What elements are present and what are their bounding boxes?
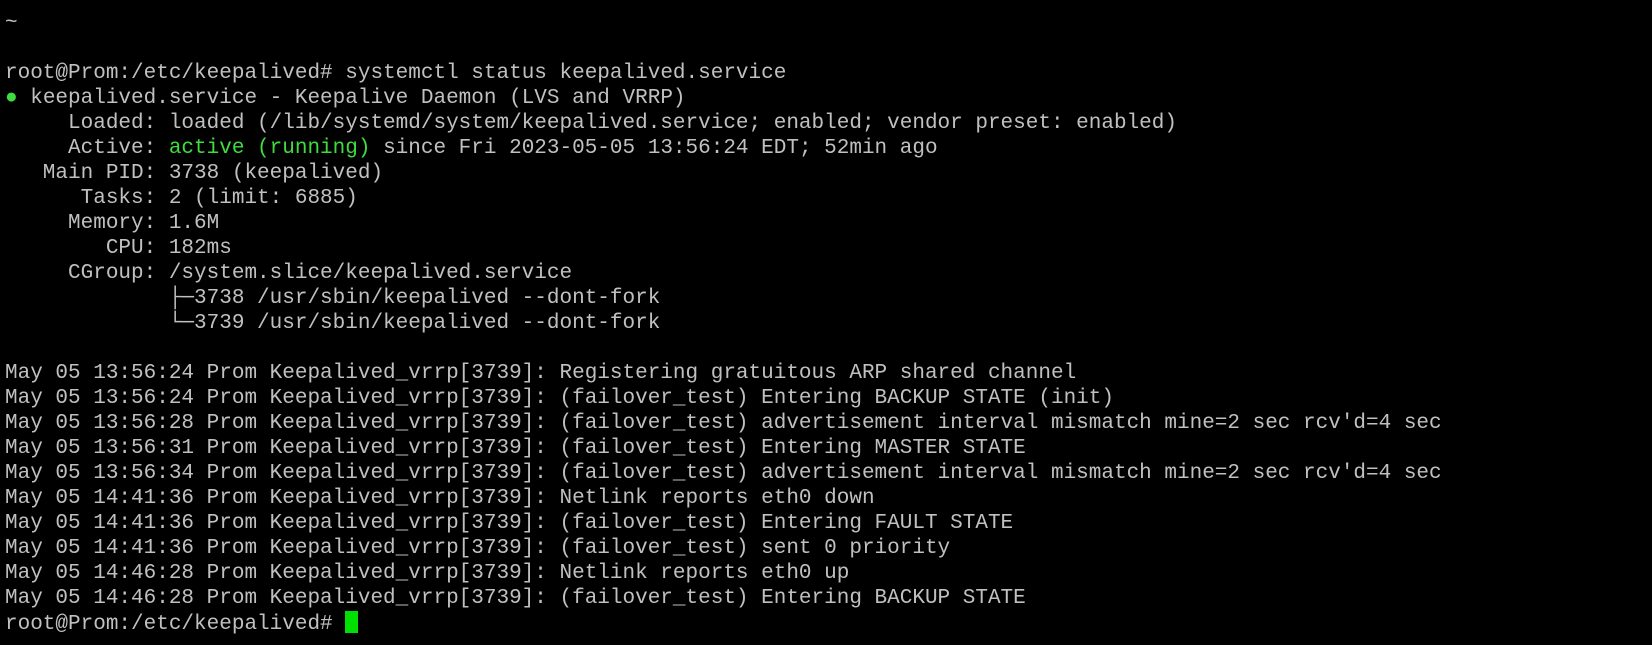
log-line: May 05 14:41:36 Prom Keepalived_vrrp[373… (5, 512, 1014, 535)
log-line: May 05 13:56:24 Prom Keepalived_vrrp[373… (5, 362, 1077, 385)
active-since: since Fri 2023-05-05 13:56:24 EDT; 52min… (370, 137, 938, 160)
active-line: Active: active (running) since Fri 2023-… (5, 136, 1652, 161)
service-header-line: ● keepalived.service - Keepalive Daemon … (5, 86, 1652, 111)
log-line: May 05 13:56:31 Prom Keepalived_vrrp[373… (5, 437, 1026, 460)
terminal-window[interactable]: ~ ~ root@Prom:/etc/keepalived# systemctl… (0, 0, 1652, 645)
cursor-block[interactable] (345, 611, 359, 633)
log-line: May 05 13:56:28 Prom Keepalived_vrrp[373… (5, 412, 1442, 435)
log-line: May 05 14:41:36 Prom Keepalived_vrrp[373… (5, 487, 875, 510)
log-line: May 05 13:56:24 Prom Keepalived_vrrp[373… (5, 387, 1114, 410)
cgroup-process-line: ├─3738 /usr/sbin/keepalived --dont-fork (5, 287, 661, 310)
log-line: May 05 14:46:28 Prom Keepalived_vrrp[373… (5, 587, 1026, 610)
shell-prompt: root@Prom:/etc/keepalived# (5, 62, 346, 85)
shell-prompt: root@Prom:/etc/keepalived# (5, 613, 346, 636)
log-line: May 05 13:56:34 Prom Keepalived_vrrp[373… (5, 462, 1442, 485)
command-line: root@Prom:/etc/keepalived# systemctl sta… (5, 61, 1652, 86)
tilde-line: ~ (5, 12, 18, 35)
tilde-line: ~ (5, 0, 1652, 11)
log-line: May 05 14:46:28 Prom Keepalived_vrrp[373… (5, 562, 850, 585)
tasks-line: Tasks: 2 (limit: 6885) (5, 187, 358, 210)
cgroup-process-line: └─3739 /usr/sbin/keepalived --dont-fork (5, 312, 661, 335)
cgroup-line: CGroup: /system.slice/keepalived.service (5, 262, 573, 285)
active-label: Active: (5, 137, 169, 160)
command-text: systemctl status keepalived.service (345, 62, 787, 85)
status-dot-icon: ● (5, 87, 18, 110)
service-header: keepalived.service - Keepalive Daemon (L… (17, 87, 686, 110)
active-state: active (running) (168, 137, 371, 160)
loaded-line: Loaded: loaded (/lib/systemd/system/keep… (5, 112, 1177, 135)
log-line: May 05 14:41:36 Prom Keepalived_vrrp[373… (5, 537, 951, 560)
final-prompt-line[interactable]: root@Prom:/etc/keepalived# (5, 611, 1652, 636)
memory-line: Memory: 1.6M (5, 212, 220, 235)
main-pid-line: Main PID: 3738 (keepalived) (5, 162, 384, 185)
cpu-line: CPU: 182ms (5, 237, 232, 260)
